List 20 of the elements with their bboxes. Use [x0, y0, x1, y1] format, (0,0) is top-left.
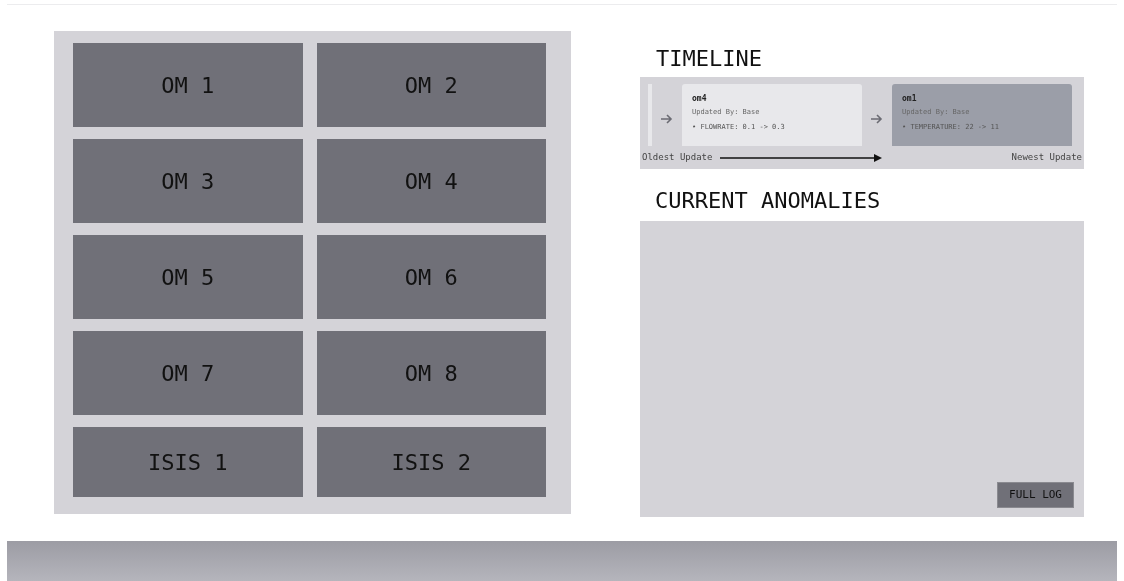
- station-tile[interactable]: OM 2: [316, 43, 546, 127]
- station-tile[interactable]: ISIS 1: [73, 427, 303, 497]
- full-log-button[interactable]: FULL LOG: [997, 481, 1074, 508]
- station-tile[interactable]: OM 5: [73, 235, 303, 319]
- station-tile[interactable]: ISIS 2: [316, 427, 546, 497]
- newest-label: Newest Update: [1011, 150, 1082, 164]
- arrow-right-icon: [720, 153, 883, 162]
- station-tile[interactable]: OM 3: [73, 139, 303, 223]
- oldest-label: Oldest Update: [642, 150, 713, 164]
- station-tile[interactable]: OM 7: [73, 331, 303, 415]
- section-title: TIMELINE: [656, 46, 763, 72]
- arrow-right-icon: [871, 114, 883, 124]
- station-tile[interactable]: OM 4: [316, 139, 546, 223]
- station-tile[interactable]: OM 6: [316, 235, 546, 319]
- card-title: om1: [902, 94, 918, 104]
- card-title: om4: [692, 94, 708, 104]
- station-tile[interactable]: OM 1: [73, 43, 303, 127]
- arrow-right-icon: [661, 114, 673, 124]
- section-title: CURRENT ANOMALIES: [655, 188, 882, 214]
- station-tile[interactable]: OM 8: [316, 331, 546, 415]
